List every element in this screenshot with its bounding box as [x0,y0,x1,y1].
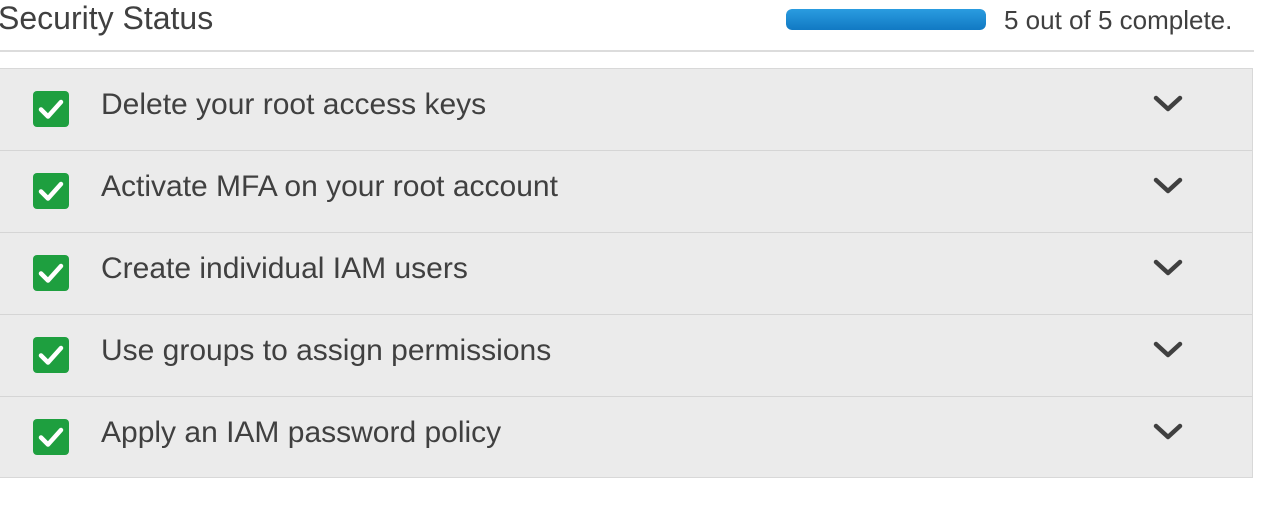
checklist-item-label: Activate MFA on your root account [101,170,558,203]
check-icon [33,337,69,373]
check-icon [33,255,69,291]
chevron-down-icon[interactable] [1153,175,1183,199]
progress-status-text: 5 out of 5 complete. [1004,5,1233,35]
checklist-item-label: Use groups to assign permissions [101,334,552,367]
checklist-item-label: Create individual IAM users [101,252,468,285]
check-icon [33,419,69,455]
chevron-down-icon[interactable] [1153,257,1183,281]
checklist-item-activate-mfa[interactable]: Activate MFA on your root account [0,151,1252,233]
checklist-item-use-groups[interactable]: Use groups to assign permissions [0,315,1252,397]
progress-bar [786,9,986,30]
check-icon [33,173,69,209]
checklist-item-label: Delete your root access keys [101,88,487,121]
checklist-item-label: Apply an IAM password policy [101,416,502,449]
progress-bar-fill [786,9,986,30]
check-icon [33,91,69,127]
chevron-down-icon[interactable] [1153,93,1183,117]
chevron-down-icon[interactable] [1153,421,1183,445]
checklist-item-password-policy[interactable]: Apply an IAM password policy [0,397,1252,479]
checklist-item-delete-root-keys[interactable]: Delete your root access keys [0,69,1252,151]
page-title: Security Status [0,0,214,36]
checklist-item-create-iam-users[interactable]: Create individual IAM users [0,233,1252,315]
security-checklist: Delete your root access keys Activate MF… [0,68,1253,478]
chevron-down-icon[interactable] [1153,339,1183,363]
security-status-header: Security Status 5 out of 5 complete. [0,0,1254,52]
